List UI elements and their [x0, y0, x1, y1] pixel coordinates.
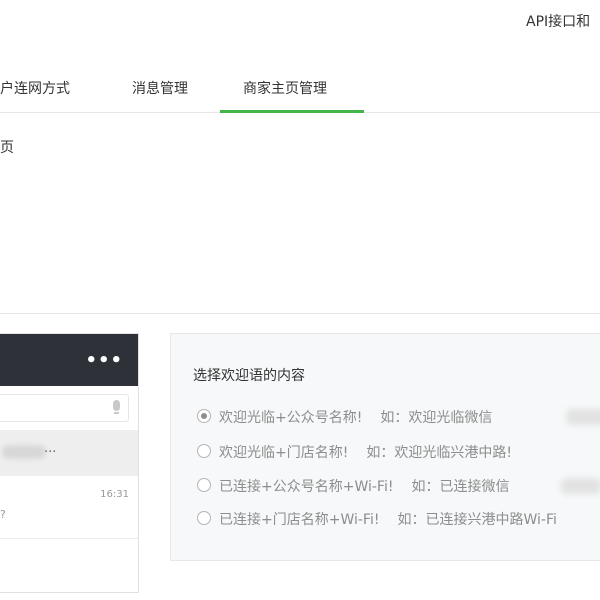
tab-bar: 户连网方式 消息管理 商家主页管理: [0, 70, 600, 113]
blurred-account-name: [561, 478, 600, 494]
chat-list-item: 16:31 ?: [0, 476, 138, 539]
welcome-option-2[interactable]: 欢迎光临+门店名称! 如：欢迎光临兴港中路!: [197, 442, 512, 462]
phone-preview: ••• ... 16:31 ?: [0, 333, 139, 593]
option-text: 欢迎光临+公众号名称!: [219, 410, 363, 426]
welcome-option-4[interactable]: 已连接+门店名称+Wi-Fi! 如：已连接兴港中路Wi-Fi: [197, 509, 557, 529]
chat-preview-ellipsis: ...: [44, 441, 57, 456]
chat-text-fragment: ?: [0, 508, 6, 521]
option-text: 欢迎光临+门店名称!: [219, 445, 349, 461]
option-example: 如：已连接兴港中路Wi-Fi: [397, 512, 557, 528]
section-title: 页: [0, 140, 14, 156]
section-divider: [0, 313, 600, 314]
radio-button-selected[interactable]: [197, 409, 211, 423]
welcome-option-1[interactable]: 欢迎光临+公众号名称! 如：欢迎光临微信: [197, 407, 492, 427]
mic-icon-base: [114, 412, 119, 414]
tab-message-management[interactable]: 消息管理: [132, 78, 188, 98]
chat-list-item-highlighted: ...: [0, 430, 138, 476]
chat-time: 16:31: [100, 489, 129, 500]
tab-network-method[interactable]: 户连网方式: [0, 78, 70, 98]
mic-icon: [113, 400, 120, 411]
blurred-name: [2, 445, 46, 459]
blurred-account-name: [566, 409, 600, 425]
welcome-message-panel: 选择欢迎语的内容 欢迎光临+公众号名称! 如：欢迎光临微信 欢迎光临+门店名称! 如…: [170, 333, 600, 561]
phone-header: •••: [0, 334, 138, 386]
option-text: 已连接+门店名称+Wi-Fi!: [219, 512, 380, 528]
api-interface-link[interactable]: API接口和: [526, 11, 590, 31]
radio-button[interactable]: [197, 444, 211, 458]
option-example: 如：欢迎光临微信: [380, 410, 493, 426]
radio-button[interactable]: [197, 478, 211, 492]
active-tab-indicator: [220, 110, 364, 113]
option-example: 如：欢迎光临兴港中路!: [366, 445, 512, 461]
radio-button[interactable]: [197, 511, 211, 525]
panel-title: 选择欢迎语的内容: [193, 368, 305, 384]
more-icon: •••: [85, 350, 123, 371]
welcome-option-3[interactable]: 已连接+公众号名称+Wi-Fi! 如：已连接微信: [197, 476, 509, 496]
option-example: 如：已连接微信: [411, 479, 510, 495]
option-text: 已连接+公众号名称+Wi-Fi!: [219, 479, 394, 495]
phone-search-bar: [0, 394, 129, 422]
tab-merchant-homepage-management[interactable]: 商家主页管理: [243, 78, 327, 98]
